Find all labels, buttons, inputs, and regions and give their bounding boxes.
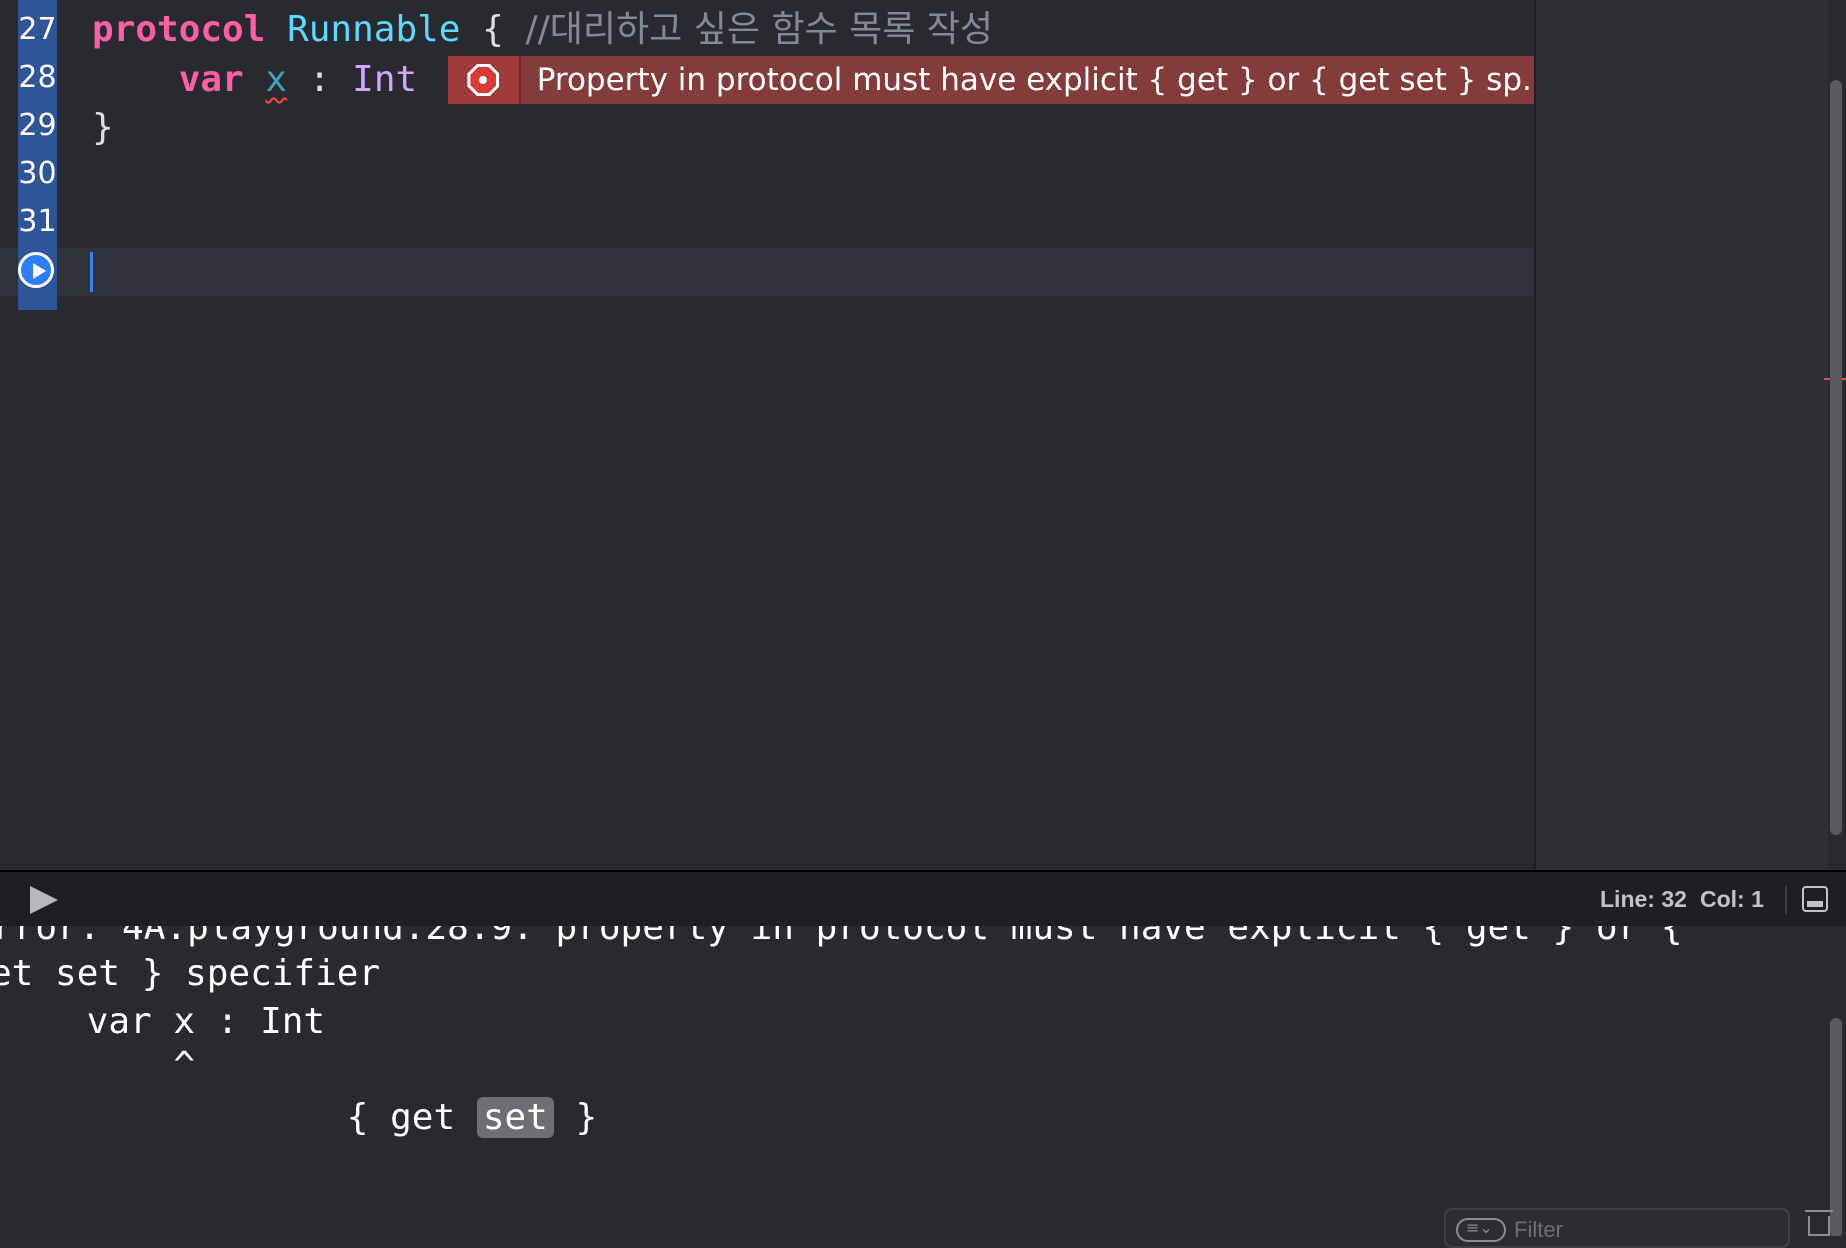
line-number: 28 bbox=[18, 60, 57, 95]
editor-scrollbar[interactable] bbox=[1830, 80, 1842, 835]
console-output[interactable]: rror: 4A.playground:28:9: property in pr… bbox=[0, 926, 1846, 1236]
comment: //대리하고 싶은 함수 목록 작성 bbox=[525, 9, 994, 50]
current-line-highlight bbox=[0, 248, 1534, 296]
line-number: 31 bbox=[18, 204, 57, 239]
console-filter[interactable] bbox=[1444, 1208, 1790, 1248]
fixit-highlight: set bbox=[476, 1097, 554, 1138]
fixit-prefix: { get bbox=[346, 1097, 477, 1138]
error-message[interactable]: Property in protocol must have explicit … bbox=[521, 62, 1534, 98]
text-cursor bbox=[90, 252, 93, 292]
cursor-col-indicator: Col: 1 bbox=[1700, 886, 1764, 912]
brace: { bbox=[482, 9, 504, 50]
identifier: x bbox=[265, 59, 288, 100]
error-icon-container[interactable] bbox=[448, 56, 521, 104]
fixit-suffix: } bbox=[553, 1097, 598, 1138]
code-editor[interactable]: 27 28 29 30 31 protocol Runnable { //대리하… bbox=[0, 0, 1534, 870]
console-line: var x : Int bbox=[0, 1001, 326, 1042]
console-scrollbar[interactable] bbox=[1830, 1018, 1842, 1236]
code-line-28: var x : Int bbox=[92, 56, 418, 104]
keyword: var bbox=[178, 59, 244, 100]
type-name: Int bbox=[352, 59, 418, 100]
toggle-console-icon[interactable] bbox=[1802, 886, 1828, 912]
console-line: ^ bbox=[0, 1045, 196, 1086]
error-icon[interactable] bbox=[467, 64, 500, 96]
cursor-line-indicator: Line: 32 bbox=[1600, 886, 1687, 912]
colon: : bbox=[308, 59, 331, 100]
line-number: 29 bbox=[18, 108, 57, 143]
filter-icon[interactable] bbox=[1456, 1218, 1506, 1242]
line-number: 30 bbox=[18, 156, 57, 191]
console-fixit-line: { get set } bbox=[0, 1094, 597, 1142]
filter-input[interactable] bbox=[1512, 1214, 1776, 1246]
results-sidebar bbox=[1534, 0, 1828, 870]
trash-icon[interactable] bbox=[1805, 1210, 1833, 1236]
brace: } bbox=[92, 107, 114, 148]
console-line: rror: 4A.playground:28:9: property in pr… bbox=[0, 926, 1683, 948]
play-icon[interactable] bbox=[30, 886, 58, 914]
line-number: 27 bbox=[18, 12, 57, 47]
code-line-29: } bbox=[92, 104, 114, 152]
type-name: Runnable bbox=[287, 9, 461, 50]
console-line: et set } specifier bbox=[0, 953, 381, 994]
divider bbox=[1785, 886, 1787, 914]
error-banner[interactable]: Property in protocol must have explicit … bbox=[448, 56, 1534, 104]
run-to-line-icon[interactable] bbox=[18, 252, 54, 288]
code-line-27: protocol Runnable { //대리하고 싶은 함수 목록 작성 bbox=[92, 6, 993, 54]
debug-bar: Line: 32 Col: 1 bbox=[0, 870, 1846, 926]
keyword: protocol bbox=[92, 9, 266, 50]
